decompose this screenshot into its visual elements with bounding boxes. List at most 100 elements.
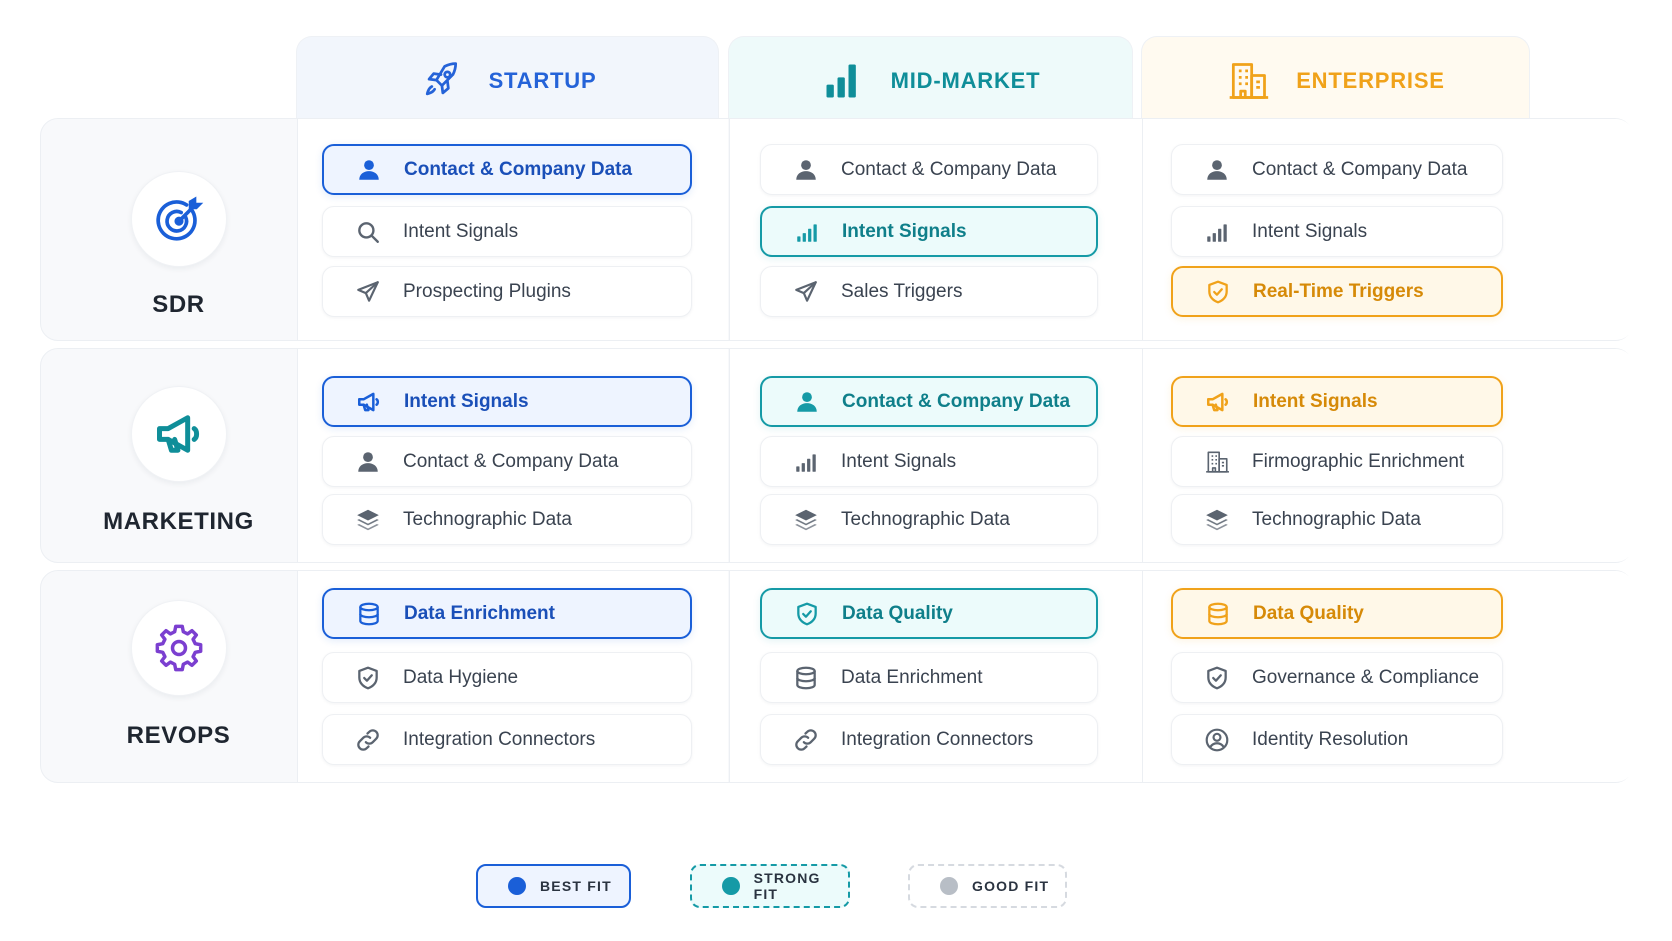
cell-enterprise: Contact & Company Data Intent Signals Real… — [1142, 119, 1634, 340]
shield-icon — [792, 599, 822, 629]
shield-icon — [1203, 277, 1233, 307]
feature-item[interactable]: Technographic Data — [760, 494, 1098, 545]
feature-label: Identity Resolution — [1252, 728, 1409, 750]
feature-item[interactable]: Technographic Data — [322, 494, 692, 545]
feature-item[interactable]: Integration Connectors — [322, 714, 692, 765]
send-icon — [791, 277, 821, 307]
feature-label: Intent Signals — [842, 220, 967, 242]
feature-item[interactable]: Sales Triggers — [760, 266, 1098, 317]
column-title: MID-MARKET — [890, 67, 1041, 93]
feature-label: Data Enrichment — [841, 666, 983, 688]
feature-item[interactable]: Intent Signals — [760, 436, 1098, 487]
user-circle-icon — [1202, 725, 1232, 755]
cell-enterprise: Data Quality Governance & Compliance Ident… — [1142, 571, 1634, 782]
feature-item[interactable]: Contact & Company Data — [760, 144, 1098, 195]
feature-label: Contact & Company Data — [842, 390, 1071, 412]
feature-item[interactable]: Intent Signals — [1171, 206, 1503, 257]
building-icon — [1226, 59, 1270, 103]
legend-label: STRONG FIT — [753, 870, 821, 902]
legend-best-fit: BEST FIT — [476, 864, 631, 908]
feature-item[interactable]: Intent Signals — [322, 206, 692, 257]
feature-label: Governance & Compliance — [1252, 666, 1480, 688]
row-icon-badge — [130, 600, 227, 696]
feature-label: Intent Signals — [1252, 220, 1368, 242]
feature-item[interactable]: Prospecting Plugins — [322, 266, 692, 317]
feature-label: Intent Signals — [403, 220, 519, 242]
signal-icon — [1202, 217, 1232, 247]
feature-item[interactable]: Data Enrichment — [760, 652, 1098, 703]
feature-item[interactable]: Intent Signals — [760, 206, 1098, 257]
legend-label: BEST FIT — [540, 878, 612, 894]
feature-label: Contact & Company Data — [1252, 158, 1468, 180]
target-icon — [153, 193, 205, 245]
database-icon — [354, 599, 384, 629]
signal-icon — [791, 447, 821, 477]
feature-item[interactable]: Identity Resolution — [1171, 714, 1503, 765]
column-title: ENTERPRISE — [1296, 67, 1445, 93]
legend-dot — [508, 877, 526, 895]
shield-icon — [1202, 663, 1232, 693]
person-icon — [354, 155, 384, 185]
link-icon — [791, 725, 821, 755]
shield-icon — [353, 663, 383, 693]
feature-label: Data Quality — [1253, 602, 1364, 624]
feature-label: Data Enrichment — [404, 602, 555, 624]
row-sdr: SDR Contact & Company Data Intent Signals P… — [40, 118, 1634, 341]
row-title: MARKETING — [103, 508, 254, 535]
feature-label: Contact & Company Data — [404, 158, 633, 180]
feature-label: Technographic Data — [1252, 508, 1421, 530]
megaphone-icon — [354, 387, 384, 417]
bar-chart-icon — [821, 59, 865, 103]
megaphone-icon — [153, 408, 205, 460]
send-icon — [353, 277, 383, 307]
rocket-icon — [419, 59, 463, 103]
feature-item[interactable]: Data Quality — [760, 588, 1098, 639]
layers-icon — [791, 505, 821, 535]
row-label: MARKETING — [41, 349, 316, 562]
row-icon-badge — [130, 171, 227, 267]
feature-item[interactable]: Contact & Company Data — [322, 144, 692, 195]
column-header-midmarket: MID-MARKET — [728, 36, 1133, 124]
feature-item[interactable]: Contact & Company Data — [760, 376, 1098, 427]
feature-item[interactable]: Contact & Company Data — [322, 436, 692, 487]
cell-midmarket: Contact & Company Data Intent Signals Tech… — [729, 349, 1142, 562]
feature-item[interactable]: Real-Time Triggers — [1171, 266, 1503, 317]
database-icon — [791, 663, 821, 693]
feature-label: Real-Time Triggers — [1253, 280, 1424, 302]
feature-label: Intent Signals — [1253, 390, 1378, 412]
person-icon — [792, 387, 822, 417]
database-icon — [1203, 599, 1233, 629]
feature-label: Prospecting Plugins — [403, 280, 571, 302]
search-icon — [353, 217, 383, 247]
feature-item[interactable]: Governance & Compliance — [1171, 652, 1503, 703]
person-icon — [353, 447, 383, 477]
feature-item[interactable]: Data Hygiene — [322, 652, 692, 703]
legend-label: GOOD FIT — [972, 878, 1050, 894]
feature-label: Integration Connectors — [841, 728, 1034, 750]
row-revops: REVOPS Data Enrichment Data Hygiene Integra… — [40, 570, 1634, 783]
feature-item[interactable]: Intent Signals — [322, 376, 692, 427]
feature-label: Contact & Company Data — [403, 450, 619, 472]
feature-item[interactable]: Data Quality — [1171, 588, 1503, 639]
legend-good-fit: GOOD FIT — [908, 864, 1067, 908]
feature-item[interactable]: Intent Signals — [1171, 376, 1503, 427]
feature-label: Sales Triggers — [841, 280, 963, 302]
feature-label: Technographic Data — [841, 508, 1010, 530]
layers-icon — [1202, 505, 1232, 535]
column-title: STARTUP — [488, 67, 597, 93]
row-marketing: MARKETING Intent Signals Contact & Company… — [40, 348, 1634, 563]
feature-label: Data Quality — [842, 602, 953, 624]
cell-midmarket: Data Quality Data Enrichment Integration C… — [729, 571, 1142, 782]
feature-item[interactable]: Integration Connectors — [760, 714, 1098, 765]
person-icon — [791, 155, 821, 185]
cell-startup: Intent Signals Contact & Company Data Tech… — [297, 349, 728, 562]
feature-item[interactable]: Firmographic Enrichment — [1171, 436, 1503, 487]
layers-icon — [353, 505, 383, 535]
feature-item[interactable]: Data Enrichment — [322, 588, 692, 639]
row-icon-badge — [130, 386, 227, 482]
row-label: SDR — [41, 119, 316, 340]
feature-item[interactable]: Technographic Data — [1171, 494, 1503, 545]
signal-icon — [792, 217, 822, 247]
feature-label: Data Hygiene — [403, 666, 519, 688]
feature-item[interactable]: Contact & Company Data — [1171, 144, 1503, 195]
